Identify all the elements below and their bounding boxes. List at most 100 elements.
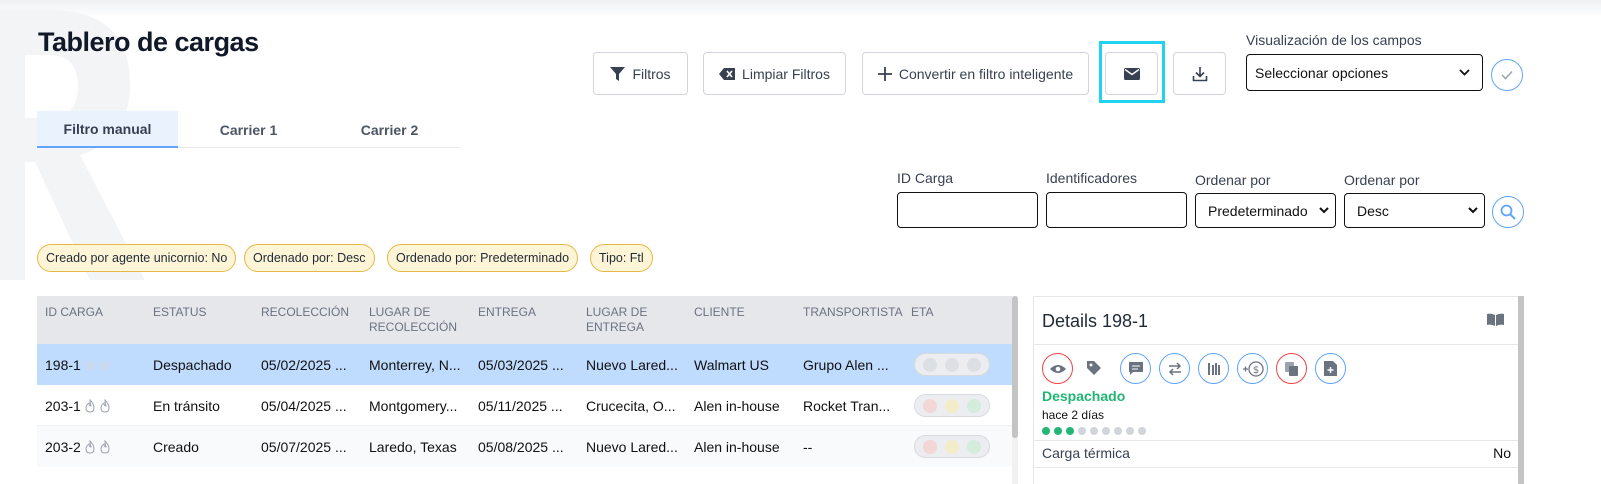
transfer-button[interactable]: [1159, 353, 1190, 384]
plus-icon: [877, 66, 892, 81]
swap-icon: [1168, 361, 1181, 376]
details-scrollbar[interactable]: [1518, 296, 1524, 484]
eta-dot: [945, 439, 959, 454]
filter-chip[interactable]: Ordenado por: Desc: [244, 244, 375, 272]
clear-filters-button[interactable]: Limpiar Filtros: [703, 52, 846, 95]
comment-icon: [1128, 362, 1143, 375]
visualization-selected: Seleccionar opciones: [1255, 64, 1389, 81]
col-header[interactable]: LUGAR DE ENTREGA: [586, 305, 666, 335]
load-id: 198-1: [45, 356, 81, 373]
table-row[interactable]: 203-2 Creado 05/07/2025 ... Laredo, Texa…: [37, 426, 1012, 467]
email-button[interactable]: [1105, 52, 1158, 95]
book-icon[interactable]: [1487, 313, 1504, 326]
filters-button-label: Filtros: [632, 65, 671, 82]
cell-delivery: 05/11/2025 ...: [478, 397, 563, 414]
col-header[interactable]: ETA: [911, 305, 933, 320]
table-row[interactable]: 198-1 Despachado 05/02/2025 ... Monterre…: [37, 344, 1012, 385]
smart-filter-button[interactable]: Convertir en filtro inteligente: [862, 52, 1089, 95]
svg-text:$: $: [1252, 365, 1258, 376]
details-panel: Details 198-1 $ Despachado hace 2 días C…: [1033, 296, 1520, 484]
filters-button[interactable]: Filtros: [593, 52, 688, 95]
add-cost-button[interactable]: $: [1237, 353, 1268, 384]
filter-chip[interactable]: Tipo: Ftl: [590, 244, 653, 272]
top-shade: [0, 0, 1601, 18]
load-id: 203-1: [45, 397, 81, 414]
eta-dot: [923, 439, 937, 454]
load-id: 203-2: [45, 438, 81, 455]
eta-indicator: [914, 353, 990, 376]
envelope-icon: [1123, 67, 1140, 80]
view-button[interactable]: [1042, 353, 1073, 384]
eta-indicator: [914, 435, 990, 458]
cell-id: 198-1: [45, 344, 113, 385]
details-status: Despachado: [1042, 388, 1126, 404]
identificadores-label: Identificadores: [1046, 170, 1138, 186]
cell-pickup-place: Laredo, Texas: [369, 438, 457, 455]
id-carga-label: ID Carga: [897, 170, 954, 186]
route-button[interactable]: [1198, 353, 1229, 384]
cell-client: Alen in-house: [694, 397, 780, 414]
copy-button[interactable]: [1276, 353, 1307, 384]
search-button[interactable]: [1492, 196, 1524, 228]
eta-dot: [967, 439, 981, 454]
progress-dot: [1054, 427, 1062, 435]
filter-icon: [610, 66, 626, 81]
eta-dot: [923, 398, 937, 413]
table-row[interactable]: 203-1 En tránsito 05/04/2025 ... Montgom…: [37, 385, 1012, 426]
visualization-select[interactable]: Seleccionar opciones: [1246, 54, 1483, 91]
download-button[interactable]: [1173, 52, 1226, 95]
progress-dot: [1126, 427, 1134, 435]
filter-chip[interactable]: Creado por agente unicornio: No: [37, 244, 237, 272]
apply-visualization-button[interactable]: [1491, 59, 1523, 91]
tag-button[interactable]: [1086, 360, 1102, 381]
filter-chip[interactable]: Ordenado por: Predeterminado: [387, 244, 579, 272]
col-header[interactable]: ESTATUS: [153, 305, 207, 320]
col-header[interactable]: CLIENTE: [694, 305, 745, 320]
progress-dot: [1078, 427, 1086, 435]
cell-status: Creado: [153, 438, 199, 455]
table-scrollbar-thumb[interactable]: [1012, 296, 1018, 438]
id-carga-input[interactable]: [897, 192, 1038, 228]
divider: [1034, 467, 1519, 468]
clear-filters-label: Limpiar Filtros: [742, 65, 830, 82]
cell-delivery: 05/03/2025 ...: [478, 356, 564, 373]
progress-dot: [1114, 427, 1122, 435]
eye-icon: [1049, 364, 1066, 373]
chevron-down-icon: [1468, 207, 1478, 214]
route-icon: [1207, 362, 1220, 375]
add-document-button[interactable]: [1315, 353, 1346, 384]
cell-client: Walmart US: [694, 356, 769, 373]
col-header[interactable]: ENTREGA: [478, 305, 536, 320]
eta-indicator: [914, 394, 990, 417]
field-value: No: [1493, 445, 1511, 461]
order-direction-label: Ordenar por: [1344, 172, 1420, 188]
flame-icon: [85, 398, 110, 413]
divider: [1034, 440, 1519, 441]
cell-carrier: Rocket Tran...: [803, 397, 891, 414]
col-header[interactable]: RECOLECCIÓN: [261, 305, 349, 320]
comments-button[interactable]: [1120, 353, 1151, 384]
order-by-select[interactable]: Predeterminado: [1195, 193, 1336, 228]
table-header: ID CARGA ESTATUS RECOLECCIÓN LUGAR DE RE…: [37, 296, 1012, 344]
progress-dot: [1090, 427, 1098, 435]
filter-tabs: Filtro manual Carrier 1 Carrier 2: [37, 111, 460, 148]
order-by-value: Predeterminado: [1208, 202, 1308, 219]
tab-carrier-2[interactable]: Carrier 2: [319, 111, 460, 148]
col-header[interactable]: ID CARGA: [45, 305, 103, 320]
tab-filtro-manual[interactable]: Filtro manual: [37, 111, 178, 148]
cell-status: Despachado: [153, 356, 232, 373]
chevron-down-icon: [1459, 69, 1470, 76]
progress-dot: [1102, 427, 1110, 435]
cell-delivery: 05/08/2025 ...: [478, 438, 564, 455]
download-icon: [1192, 66, 1207, 81]
col-header[interactable]: LUGAR DE RECOLECCIÓN: [369, 305, 469, 335]
col-header[interactable]: TRANSPORTISTA: [803, 305, 903, 320]
cell-delivery-place: Crucecita, O...: [586, 397, 676, 414]
order-direction-select[interactable]: Desc: [1344, 193, 1485, 228]
identificadores-input[interactable]: [1046, 192, 1187, 228]
cell-carrier: Grupo Alen ...: [803, 356, 889, 373]
tab-carrier-1[interactable]: Carrier 1: [178, 111, 319, 148]
check-icon: [1501, 70, 1513, 80]
divider: [1034, 344, 1519, 345]
cell-id: 203-2: [45, 426, 113, 467]
